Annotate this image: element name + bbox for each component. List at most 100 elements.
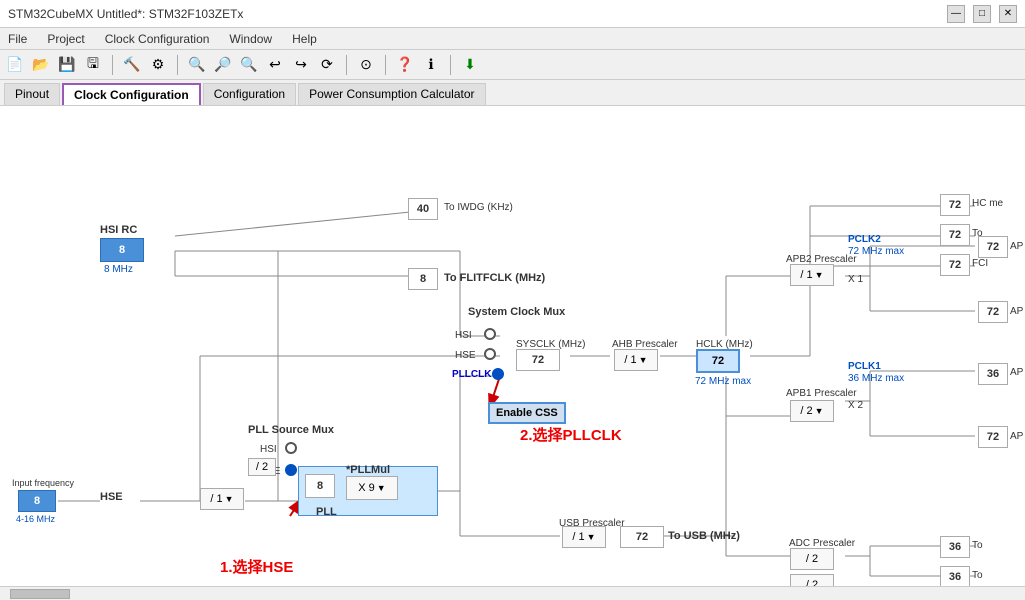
hcme-value-box: 72 (940, 194, 970, 216)
toolbar-zoom-in[interactable]: 🔍 (186, 54, 208, 76)
toolbar-sep-1 (112, 55, 113, 75)
flitfclk-value-box: 8 (408, 268, 438, 290)
apb1-prescaler-label: APB1 Prescaler (786, 388, 857, 399)
pclk1-label: PCLK1 (848, 361, 881, 372)
x2-label: X 2 (848, 400, 863, 411)
annotation-select-pllclk: 2.选择PLLCLK (520, 424, 622, 445)
ahb-prescaler-box[interactable]: / 1 (614, 349, 658, 371)
minimize-button[interactable]: — (947, 5, 965, 23)
toolbar-info[interactable]: ℹ (420, 54, 442, 76)
tab-clock-config[interactable]: Clock Configuration (62, 83, 201, 105)
toolbar-new[interactable]: 📄 (4, 54, 26, 76)
toolbar-help[interactable]: ❓ (394, 54, 416, 76)
window-controls[interactable]: — □ ✕ (947, 5, 1017, 23)
pll-hsi-radio[interactable] (285, 442, 297, 454)
hsi-rc-sublabel: 8 MHz (104, 264, 133, 275)
ap-label-1: AP (1010, 367, 1023, 378)
hclk-value-box: 72 (696, 349, 740, 373)
ap-label-4: AP (1010, 306, 1023, 317)
toolbar-btn-circle[interactable]: ⊙ (355, 54, 377, 76)
input-freq-value: 8 (18, 490, 56, 512)
menu-bar: File Project Clock Configuration Window … (0, 28, 1025, 50)
toolbar-btn6[interactable]: ⚙ (147, 54, 169, 76)
iwdg-value-box: 40 (408, 198, 438, 220)
toolbar-save2[interactable]: 🖫 (82, 54, 104, 76)
iwdg-label: To IWDG (KHz) (444, 202, 513, 213)
pll-hsi-label: HSI (260, 444, 277, 455)
sysclk-hse-label: HSE (455, 350, 476, 361)
tab-configuration[interactable]: Configuration (203, 83, 296, 105)
toolbar-zoom-in2[interactable]: 🔎 (212, 54, 234, 76)
adc-out1-label: To (972, 540, 983, 551)
to-label: To (972, 228, 983, 239)
sysclk-value-box: 72 (516, 349, 560, 371)
toolbar-save[interactable]: 💾 (56, 54, 78, 76)
pll-input-value: 8 (305, 474, 335, 498)
menu-window[interactable]: Window (225, 31, 276, 47)
title-bar: STM32CubeMX Untitled*: STM32F103ZETx — □… (0, 0, 1025, 28)
pll-source-mux-label: PLL Source Mux (248, 424, 334, 436)
toolbar-btn5[interactable]: 🔨 (121, 54, 143, 76)
pclk2-max-label: 72 MHz max (848, 246, 904, 257)
hclk-sublabel: 72 MHz max (695, 376, 751, 387)
pclk1-max-label: 36 MHz max (848, 373, 904, 384)
pll-hse-radio[interactable] (285, 464, 297, 476)
horizontal-scrollbar[interactable] (0, 586, 1025, 600)
usb-out-value-box: 72 (620, 526, 664, 548)
toolbar-undo[interactable]: ↩ (264, 54, 286, 76)
menu-file[interactable]: File (4, 31, 31, 47)
window-title: STM32CubeMX Untitled*: STM32F103ZETx (8, 7, 243, 21)
adc-prescaler-box1[interactable]: / 2 (790, 548, 834, 570)
apb1-prescaler-box[interactable]: / 2 (790, 400, 834, 422)
sysclk-pllclk-radio[interactable] (492, 368, 504, 380)
input-freq-sublabel: 4-16 MHz (16, 514, 55, 524)
sysclk-hse-radio[interactable] (484, 348, 496, 360)
adc-out1-box: 36 (940, 536, 970, 558)
toolbar-sep-3 (346, 55, 347, 75)
close-button[interactable]: ✕ (999, 5, 1017, 23)
sysclk-hsi-radio[interactable] (484, 328, 496, 340)
toolbar: 📄 📂 💾 🖫 🔨 ⚙ 🔍 🔎 🔍 ↩ ↪ ⟳ ⊙ ❓ ℹ ⬇ (0, 50, 1025, 80)
sysclk-mux-label: System Clock Mux (468, 306, 565, 318)
toolbar-reset[interactable]: ⟳ (316, 54, 338, 76)
toolbar-open[interactable]: 📂 (30, 54, 52, 76)
fci-value-box: 72 (940, 254, 970, 276)
toolbar-sep-5 (450, 55, 451, 75)
hse-label: HSE (100, 491, 123, 503)
menu-help[interactable]: Help (288, 31, 321, 47)
to-value-box: 72 (940, 224, 970, 246)
pll-mul-prescaler[interactable]: X 9 (346, 476, 398, 500)
toolbar-zoom-out[interactable]: 🔍 (238, 54, 260, 76)
toolbar-sep-2 (177, 55, 178, 75)
pll-mul-label: *PLLMul (346, 464, 390, 476)
x1-label: X 1 (848, 274, 863, 285)
hsi-rc-value: 8 (100, 238, 144, 262)
adc-out2-box: 36 (940, 566, 970, 588)
clock-diagram-area: 40 To IWDG (KHz) 8 To FLITFCLK (MHz) HSI… (0, 106, 1025, 600)
input-freq-label: Input frequency (12, 478, 74, 488)
menu-clock-config[interactable]: Clock Configuration (101, 31, 214, 47)
maximize-button[interactable]: □ (973, 5, 991, 23)
tab-bar: Pinout Clock Configuration Configuration… (0, 80, 1025, 106)
hsi-div2-prescaler: / 2 (248, 458, 276, 476)
sysclk-pllclk-label: PLLCLK (452, 369, 491, 380)
toolbar-generate[interactable]: ⬇ (459, 54, 481, 76)
tab-pinout[interactable]: Pinout (4, 83, 60, 105)
pclk1-value-box: 36 (978, 363, 1008, 385)
tab-power[interactable]: Power Consumption Calculator (298, 83, 485, 105)
usb-out-label: To USB (MHz) (668, 530, 740, 542)
x2-value-box: 72 (978, 426, 1008, 448)
connector-lines (0, 106, 1025, 600)
annotation-select-hse: 1.选择HSE (220, 556, 293, 577)
fci-label: FCI (972, 258, 988, 269)
usb-prescaler-box[interactable]: / 1 (562, 526, 606, 548)
menu-project[interactable]: Project (43, 31, 88, 47)
hse-div1-prescaler[interactable]: / 1 (200, 488, 244, 510)
hsi-rc-label: HSI RC (100, 224, 137, 236)
toolbar-redo[interactable]: ↪ (290, 54, 312, 76)
apb2-prescaler-box[interactable]: / 1 (790, 264, 834, 286)
adc-out2-label: To (972, 570, 983, 581)
x1-value-box: 72 (978, 301, 1008, 323)
enable-css-button[interactable]: Enable CSS (488, 402, 566, 424)
scrollbar-thumb[interactable] (10, 589, 70, 599)
